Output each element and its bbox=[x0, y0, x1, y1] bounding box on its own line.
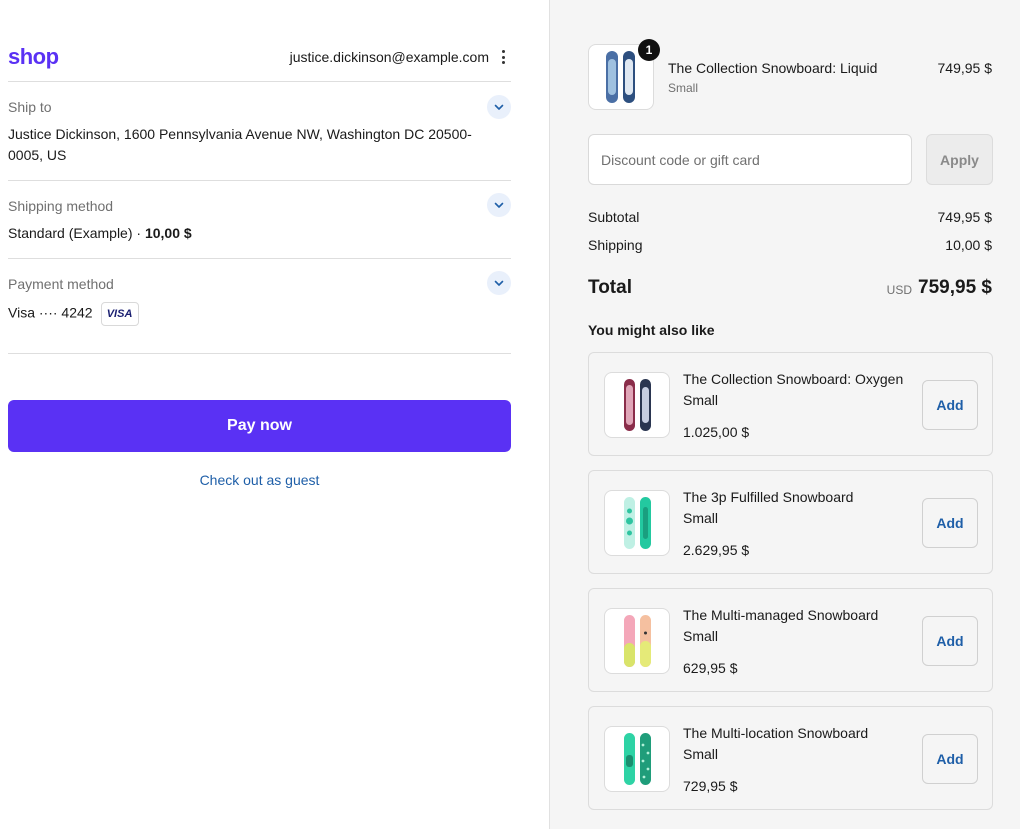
order-summary: 1 The Collection Snowboard: Liquid Small… bbox=[549, 0, 1020, 829]
card-number: Visa ···· 4242 bbox=[8, 304, 93, 321]
recommendations-title: You might also like bbox=[588, 322, 715, 338]
payment-method-label: Payment method bbox=[8, 276, 114, 292]
ship-to-chevron-down-icon[interactable] bbox=[487, 95, 511, 119]
total-value: 759,95 $ bbox=[918, 277, 992, 298]
address-line-2: 0005, US bbox=[8, 147, 67, 163]
shipping-method-price: 10,00 $ bbox=[144, 225, 192, 241]
pay-now-button[interactable]: Pay now bbox=[8, 400, 511, 452]
apply-discount-button[interactable]: Apply bbox=[926, 134, 993, 185]
recommendation-variant: Small bbox=[683, 392, 719, 408]
recommendation-card: The 3p Fulfilled Snowboard Small 2.629,9… bbox=[588, 470, 993, 574]
shipping-method-section: Shipping method Standard (Example) · 10,… bbox=[8, 181, 511, 259]
add-recommendation-button[interactable]: Add bbox=[922, 734, 978, 784]
add-recommendation-button[interactable]: Add bbox=[922, 498, 978, 548]
recommendation-name: The Multi-location Snowboard bbox=[683, 725, 869, 741]
ship-to-address: Justice Dickinson, 1600 Pennsylvania Ave… bbox=[8, 124, 472, 166]
recommendation-price: 729,95 $ bbox=[683, 778, 738, 794]
recommendation-name: The Multi-managed Snowboard bbox=[683, 607, 879, 623]
recommendation-name: The Collection Snowboard: Oxygen bbox=[683, 371, 904, 387]
cart-item-price: 749,95 $ bbox=[937, 60, 993, 76]
recommendation-price: 2.629,95 $ bbox=[683, 542, 750, 558]
recommendation-price: 1.025,00 $ bbox=[683, 424, 750, 440]
shipping-value: 10,00 $ bbox=[945, 237, 992, 253]
subtotal-label: Subtotal bbox=[588, 209, 640, 225]
recommendation-card: The Collection Snowboard: Oxygen Small 1… bbox=[588, 352, 993, 456]
discount-code-input[interactable] bbox=[588, 134, 912, 185]
subtotal-value: 749,95 $ bbox=[937, 209, 993, 225]
quantity-badge: 1 bbox=[638, 39, 660, 61]
visa-icon: VISA bbox=[100, 302, 139, 326]
checkout-as-guest-link[interactable]: Check out as guest bbox=[8, 472, 511, 488]
shipping-method-value: Standard (Example) · 10,00 $ bbox=[8, 223, 192, 244]
checkout-main: shop justice.dickinson@example.com Ship … bbox=[0, 0, 549, 829]
shipping-method-chevron-down-icon[interactable] bbox=[487, 193, 511, 217]
address-line-1: Justice Dickinson, 1600 Pennsylvania Ave… bbox=[8, 126, 472, 142]
ship-to-section: Ship to Justice Dickinson, 1600 Pennsylv… bbox=[8, 82, 511, 181]
payment-method-chevron-down-icon[interactable] bbox=[487, 271, 511, 295]
shipping-label: Shipping bbox=[588, 237, 643, 253]
recommendation-card: The Multi-location Snowboard Small 729,9… bbox=[588, 706, 993, 810]
recommendation-image bbox=[604, 372, 670, 438]
cart-item-name: The Collection Snowboard: Liquid bbox=[668, 60, 878, 76]
total-label: Total bbox=[588, 277, 632, 298]
cart-item-variant: Small bbox=[668, 81, 699, 95]
recommendation-variant: Small bbox=[683, 746, 719, 762]
recommendation-variant: Small bbox=[683, 628, 719, 644]
shipping-method-name: Standard (Example) · bbox=[8, 225, 145, 241]
recommendation-image bbox=[604, 490, 670, 556]
shop-logo[interactable]: shop bbox=[8, 44, 59, 70]
payment-method-section: Payment method Visa ···· 4242 VISA bbox=[8, 259, 511, 354]
shipping-method-label: Shipping method bbox=[8, 198, 114, 214]
ship-to-label: Ship to bbox=[8, 99, 52, 115]
total-currency: USD bbox=[886, 283, 912, 297]
recommendation-name: The 3p Fulfilled Snowboard bbox=[683, 489, 854, 505]
recommendation-card: The Multi-managed Snowboard Small 629,95… bbox=[588, 588, 993, 692]
recommendation-price: 629,95 $ bbox=[683, 660, 738, 676]
recommendation-variant: Small bbox=[683, 510, 719, 526]
more-options-icon[interactable] bbox=[497, 48, 509, 66]
recommendation-image bbox=[604, 608, 670, 674]
add-recommendation-button[interactable]: Add bbox=[922, 380, 978, 430]
add-recommendation-button[interactable]: Add bbox=[922, 616, 978, 666]
recommendation-image bbox=[604, 726, 670, 792]
checkout-header: shop justice.dickinson@example.com bbox=[8, 40, 511, 82]
payment-method-value: Visa ···· 4242 VISA bbox=[8, 302, 139, 326]
account-email: justice.dickinson@example.com bbox=[289, 49, 489, 65]
